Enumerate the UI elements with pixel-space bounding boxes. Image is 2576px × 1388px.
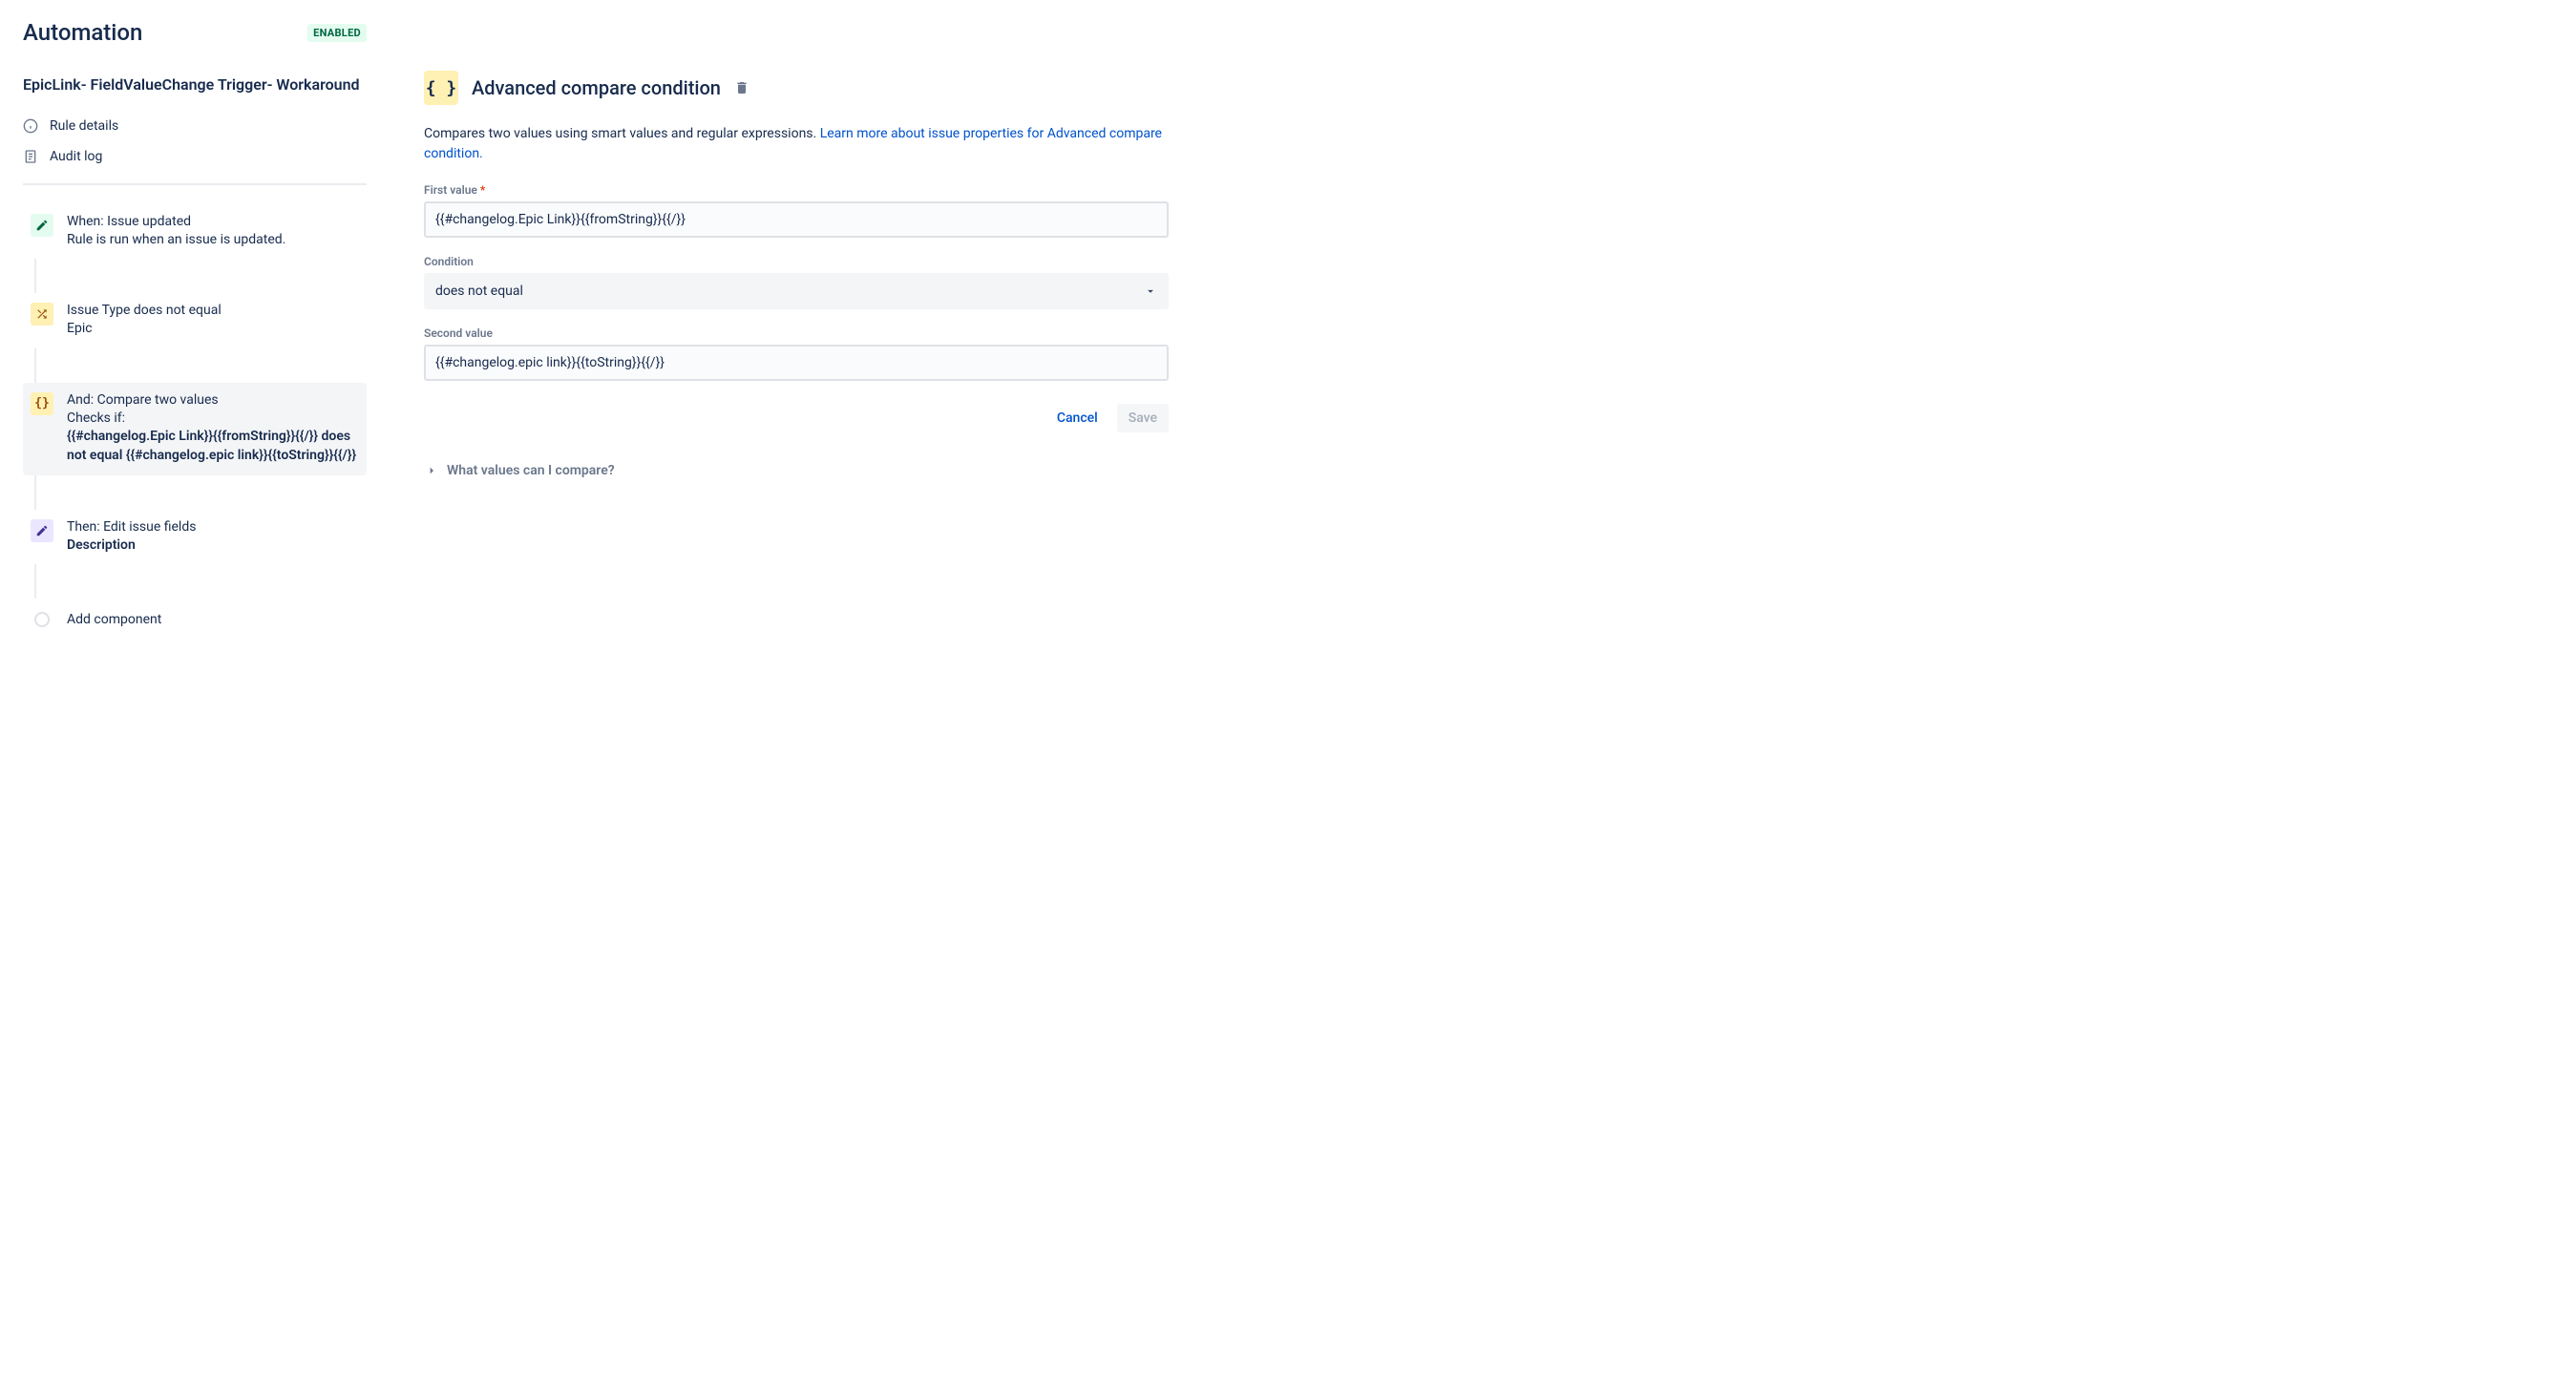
expandable-help[interactable]: What values can I compare? bbox=[424, 459, 1169, 482]
trigger-title: When: Issue updated bbox=[67, 214, 359, 229]
audit-log-label: Audit log bbox=[50, 149, 102, 164]
pencil-icon bbox=[31, 519, 53, 542]
pencil-icon bbox=[31, 214, 53, 237]
condition-label: Condition bbox=[424, 255, 1169, 268]
rule-details-link[interactable]: Rule details bbox=[23, 111, 367, 141]
left-panel: Automation ENABLED EpicLink- FieldValueC… bbox=[23, 19, 367, 641]
braces-icon: {} bbox=[31, 392, 53, 415]
condition-compare-desc: Checks if: {{#changelog.Epic Link}}{{fro… bbox=[67, 410, 359, 466]
trash-icon[interactable] bbox=[734, 80, 750, 95]
empty-circle-icon bbox=[34, 612, 50, 627]
cancel-button[interactable]: Cancel bbox=[1045, 404, 1109, 432]
divider bbox=[23, 183, 367, 185]
audit-log-link[interactable]: Audit log bbox=[23, 141, 367, 172]
condition-issuetype-title: Issue Type does not equal bbox=[67, 303, 359, 318]
condition-compare-title: And: Compare two values bbox=[67, 392, 359, 408]
detail-panel: { } Advanced compare condition Compares … bbox=[424, 19, 1169, 641]
action-edit-step[interactable]: Then: Edit issue fields Description bbox=[23, 510, 367, 565]
second-value-input[interactable] bbox=[424, 345, 1169, 381]
detail-description: Compares two values using smart values a… bbox=[424, 124, 1169, 164]
condition-issuetype-step[interactable]: Issue Type does not equal Epic bbox=[23, 293, 367, 348]
add-component-button[interactable]: Add component bbox=[23, 599, 367, 641]
first-value-input[interactable] bbox=[424, 201, 1169, 238]
detail-title: Advanced compare condition bbox=[472, 76, 721, 99]
condition-issuetype-desc: Epic bbox=[67, 320, 359, 339]
rule-steps: When: Issue updated Rule is run when an … bbox=[23, 204, 367, 641]
shuffle-icon bbox=[31, 303, 53, 326]
chevron-right-icon bbox=[424, 463, 439, 478]
document-icon bbox=[23, 149, 38, 164]
trigger-desc: Rule is run when an issue is updated. bbox=[67, 231, 359, 250]
first-value-label: First value * bbox=[424, 183, 1169, 197]
braces-icon: { } bbox=[424, 71, 458, 105]
rule-details-label: Rule details bbox=[50, 118, 118, 134]
condition-compare-step[interactable]: {} And: Compare two values Checks if: {{… bbox=[23, 383, 367, 475]
expandable-label: What values can I compare? bbox=[447, 463, 615, 478]
action-edit-desc: Description bbox=[67, 536, 359, 556]
rule-name: EpicLink- FieldValueChange Trigger- Work… bbox=[23, 74, 367, 95]
add-component-label: Add component bbox=[67, 612, 161, 627]
page-title: Automation bbox=[23, 19, 142, 46]
condition-select[interactable]: does not equal bbox=[424, 273, 1169, 309]
trigger-step[interactable]: When: Issue updated Rule is run when an … bbox=[23, 204, 367, 260]
status-badge: ENABLED bbox=[307, 24, 367, 42]
second-value-label: Second value bbox=[424, 326, 1169, 340]
info-icon bbox=[23, 118, 38, 134]
save-button[interactable]: Save bbox=[1117, 404, 1169, 432]
action-edit-title: Then: Edit issue fields bbox=[67, 519, 359, 535]
